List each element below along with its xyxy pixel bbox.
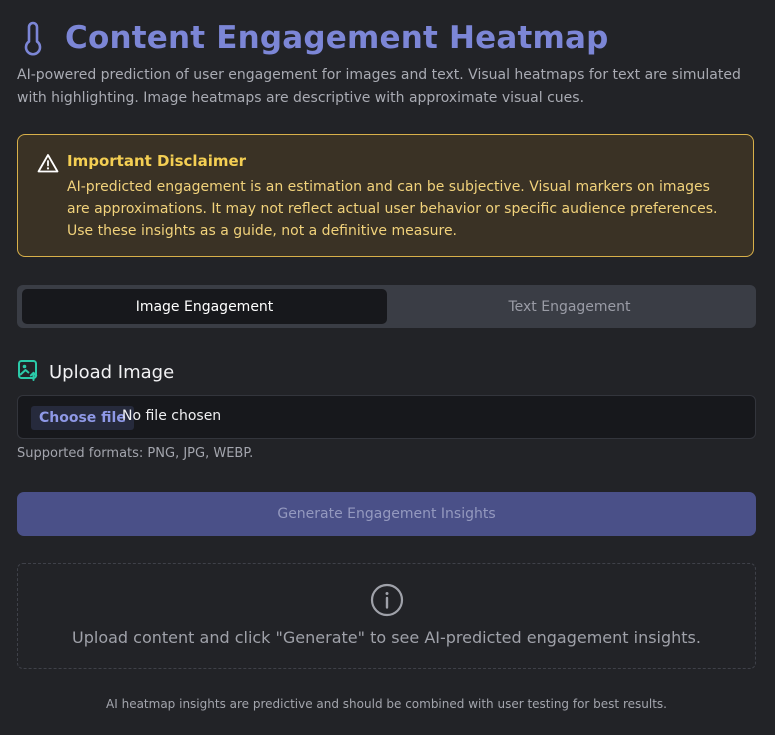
supported-formats: Supported formats: PNG, JPG, WEBP.	[17, 446, 254, 461]
thermometer-icon	[23, 18, 53, 58]
page-subtitle: AI-powered prediction of user engagement…	[17, 67, 741, 106]
results-placeholder: Upload content and click "Generate" to s…	[17, 563, 756, 669]
page-header: Content Engagement Heatmap	[17, 16, 609, 60]
disclaimer-box: Important Disclaimer AI-predicted engage…	[17, 134, 754, 257]
tab-text-engagement[interactable]: Text Engagement	[387, 289, 752, 324]
warning-icon	[37, 153, 59, 177]
page-title: Content Engagement Heatmap	[65, 20, 609, 56]
mode-tabs: Image Engagement Text Engagement	[17, 285, 756, 328]
choose-file-button[interactable]: Choose file	[31, 406, 134, 430]
file-input[interactable]: Choose file No file chosen	[17, 395, 756, 439]
info-icon	[370, 583, 404, 621]
file-status: No file chosen	[122, 408, 222, 424]
footer-note: AI heatmap insights are predictive and s…	[106, 697, 667, 711]
tab-image-engagement[interactable]: Image Engagement	[22, 289, 387, 324]
disclaimer-title: Important Disclaimer	[67, 152, 247, 170]
upload-section-header: Upload Image	[17, 359, 174, 385]
image-upload-icon	[17, 359, 39, 385]
disclaimer-text: AI-predicted engagement is an estimation…	[67, 179, 718, 239]
upload-label: Upload Image	[49, 361, 175, 383]
generate-button[interactable]: Generate Engagement Insights	[17, 492, 756, 536]
placeholder-text: Upload content and click "Generate" to s…	[72, 628, 701, 647]
